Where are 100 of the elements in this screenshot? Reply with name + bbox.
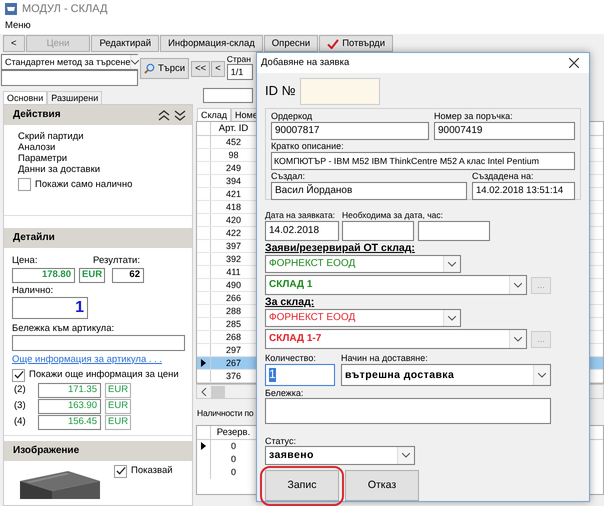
price-field: 178.80 xyxy=(12,268,75,283)
table-cell-text: 392 xyxy=(224,253,242,265)
column-header[interactable]: Арт. ID xyxy=(211,122,256,135)
window-title: МОДУЛ - СКЛАД xyxy=(22,2,108,16)
table-cell-text: 418 xyxy=(224,201,242,213)
search-field[interactable] xyxy=(1,70,138,86)
scroll-left-icon[interactable] xyxy=(201,388,207,396)
table-cell-text: 285 xyxy=(224,318,242,330)
section-title: Детайли xyxy=(13,232,55,244)
caret-icon xyxy=(131,60,140,64)
currency-field: EUR xyxy=(105,414,131,430)
toolbar-button[interactable]: Информация-склад xyxy=(160,35,263,52)
action-link[interactable]: Данни за доставки xyxy=(18,164,192,175)
price-tier-label: (4) xyxy=(14,416,27,428)
table-cell-text: 0 xyxy=(230,440,237,453)
search-method-select[interactable]: Стандартен метод за търсене xyxy=(1,54,138,70)
field-label: Номер за поръчка: xyxy=(434,111,514,122)
note-field[interactable] xyxy=(12,334,185,351)
toolbar-button[interactable]: Редактирай xyxy=(91,35,160,52)
tab[interactable]: Разширени xyxy=(47,90,102,104)
table-cell-text: 288 xyxy=(224,305,242,317)
action-link[interactable]: Аналози xyxy=(18,142,192,153)
filter-field[interactable] xyxy=(203,88,253,103)
request-date-field[interactable]: 14.02.2018 xyxy=(265,221,339,241)
close-icon xyxy=(569,58,579,68)
toolbar-button[interactable]: Потвърди xyxy=(319,35,394,52)
company-select[interactable]: ФОРНЕКСТ ЕООД xyxy=(265,309,461,327)
tab[interactable]: Основни xyxy=(3,90,48,104)
quantity-value: 1 xyxy=(269,368,276,382)
warehouse-select[interactable]: СКЛАД 1 xyxy=(265,275,527,295)
price-field: 171.35 xyxy=(38,382,101,398)
caret-icon xyxy=(448,316,456,320)
company-name: ФОРНЕКСТ ЕООД xyxy=(269,258,356,270)
expand-icon[interactable] xyxy=(174,110,186,120)
currency-field: EUR xyxy=(79,268,105,283)
date-field[interactable] xyxy=(342,221,414,241)
nav-button[interactable]: < xyxy=(211,61,225,77)
field-label: Статус: xyxy=(265,436,297,446)
status-select[interactable]: заявено xyxy=(265,446,415,465)
search-button[interactable]: Търси xyxy=(140,58,190,79)
field-label: Количество: xyxy=(265,353,317,364)
row-pointer-icon xyxy=(201,359,206,367)
action-link[interactable]: Скрий партиди xyxy=(18,131,192,142)
table-cell-text: 490 xyxy=(224,279,242,291)
row-pointer-icon xyxy=(201,442,206,450)
checkmark-icon xyxy=(327,38,340,48)
note-field[interactable] xyxy=(265,398,551,424)
order-code-field[interactable]: 90007817 xyxy=(271,122,429,140)
menu-item[interactable]: Меню xyxy=(5,20,31,32)
more-info-link[interactable]: Още информация за артикула . . . xyxy=(12,354,162,366)
checkbox[interactable] xyxy=(114,464,127,478)
section-title: Изображение xyxy=(13,444,80,456)
field-label: Създадена на: xyxy=(472,171,535,182)
caret-icon xyxy=(514,336,522,342)
warehouse-select[interactable]: СКЛАД 1-7 xyxy=(265,329,527,349)
panel-title: Наличности по xyxy=(197,409,254,419)
app-icon xyxy=(5,3,17,15)
currency-field: EUR xyxy=(105,398,131,414)
created-by-field[interactable]: Васил Йорданов xyxy=(271,182,467,200)
field-label: Бележка към артикула: xyxy=(12,324,116,335)
company-select[interactable]: ФОРНЕКСТ ЕООД xyxy=(265,255,461,273)
table-cell-text: 411 xyxy=(225,266,242,278)
checkbox-label: Показвай xyxy=(131,466,173,477)
table-cell-text: 422 xyxy=(224,227,242,239)
table-cell-text: 297 xyxy=(224,344,242,356)
toolbar-button[interactable]: < xyxy=(3,35,25,52)
id-field[interactable] xyxy=(300,78,380,105)
results-field: 62 xyxy=(112,268,144,283)
caret-icon xyxy=(402,453,410,458)
delivery-select[interactable]: вътрешна доставка xyxy=(341,364,551,386)
collapse-icon[interactable] xyxy=(158,110,170,120)
field-label: Налично: xyxy=(12,286,54,297)
search-icon xyxy=(144,63,155,74)
checkbox[interactable] xyxy=(12,368,25,382)
warehouse-name: СКЛАД 1 xyxy=(269,279,312,291)
created-at-field[interactable]: 14.02.2018 13:51:14 xyxy=(472,182,575,200)
dialog-title: Добавяне на заявка xyxy=(261,58,350,68)
dialog-button[interactable]: Запис xyxy=(265,470,339,501)
tab[interactable]: Склад xyxy=(197,108,232,121)
field-label: Цена: xyxy=(12,256,38,267)
table-cell-text: 394 xyxy=(224,175,242,187)
table-cell-text: 376 xyxy=(224,370,242,382)
table-cell-text: 452 xyxy=(224,136,242,148)
quantity-field[interactable]: 1 xyxy=(265,364,335,386)
toolbar-button[interactable]: Опресни xyxy=(264,35,318,52)
table-cell-text: 98 xyxy=(227,149,240,161)
description-field[interactable]: КОМПЮТЪР - IBM M52 IBM ThinkCentre M52 A клас Intel Pentium xyxy=(271,152,575,170)
time-field[interactable] xyxy=(418,221,490,241)
dialog-button[interactable]: Отказ xyxy=(345,470,419,501)
table-cell-text: 0 xyxy=(230,466,237,479)
scroll-thumb[interactable] xyxy=(211,386,225,398)
caret-icon xyxy=(538,372,546,378)
field-label: Бележка: xyxy=(265,388,304,398)
checkbox-label: Покажи само налично xyxy=(35,179,132,190)
action-link[interactable]: Параметри xyxy=(18,153,192,164)
table-cell-text: 267 xyxy=(224,357,242,369)
order-number-field[interactable]: 90007419 xyxy=(434,122,575,140)
column-header[interactable]: Резерв. xyxy=(211,426,256,439)
nav-button[interactable]: << xyxy=(191,61,210,77)
checkbox[interactable] xyxy=(18,178,31,191)
